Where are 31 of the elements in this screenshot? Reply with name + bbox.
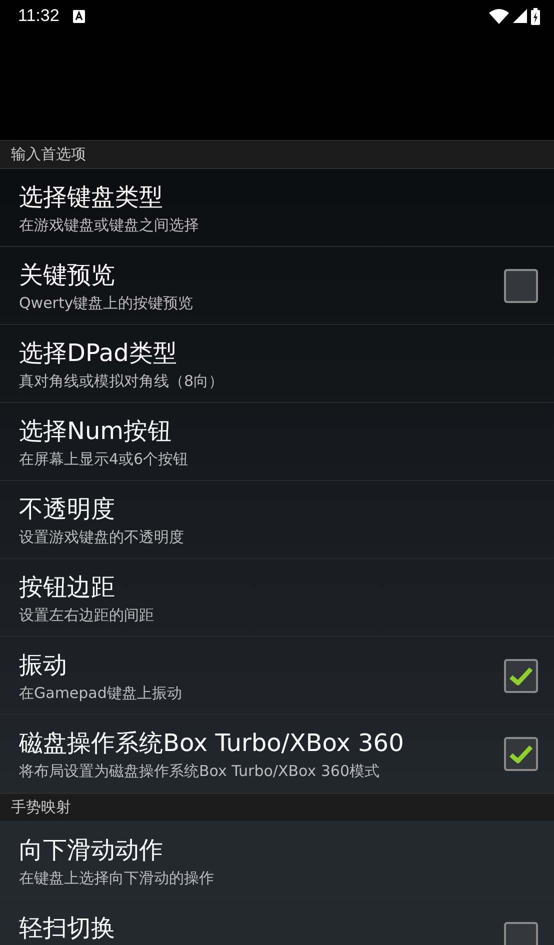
preference-summary: 在屏幕上显示4或6个按钮 xyxy=(19,450,190,469)
wifi-icon xyxy=(489,8,509,24)
preference-summary: 设置游戏键盘的不透明度 xyxy=(19,528,185,547)
preference-title: 选择键盘类型 xyxy=(19,182,164,212)
checkmark-icon xyxy=(509,744,533,764)
status-time: 11:32 xyxy=(18,6,60,26)
section-header: 手势映射 xyxy=(0,793,554,822)
preference-title: 不透明度 xyxy=(19,494,116,524)
preference-summary: Qwerty键盘上的按键预览 xyxy=(19,294,194,313)
preference-summary: 在游戏键盘或键盘之间选择 xyxy=(19,216,200,235)
preference-summary: 将布局设置为磁盘操作系统Box Turbo/XBox 360模式 xyxy=(19,762,381,781)
section-header: 输入首选项 xyxy=(0,140,554,169)
preference-summary: 在Gamepad键盘上振动 xyxy=(19,684,183,703)
preference-title: 磁盘操作系统Box Turbo/XBox 360 xyxy=(19,728,405,758)
checkbox[interactable] xyxy=(504,737,538,771)
checkmark-icon xyxy=(509,666,533,686)
preference-title: 轻扫切换 xyxy=(19,913,116,943)
battery-charging-icon xyxy=(531,8,540,24)
signal-icon xyxy=(513,9,527,23)
preference-title: 振动 xyxy=(19,650,68,680)
keyboard-notification-icon xyxy=(73,10,86,22)
preference-summary: 真对角线或模拟对角线（8向） xyxy=(19,372,225,391)
checkbox[interactable] xyxy=(504,269,538,303)
preference-summary: 在键盘上选择向下滑动的操作 xyxy=(19,869,215,888)
preference-title: 选择Num按钮 xyxy=(19,416,173,446)
checkbox[interactable] xyxy=(504,659,538,693)
preference-title: 向下滑动动作 xyxy=(19,835,164,865)
preference-title: 关键预览 xyxy=(19,260,116,290)
preference-summary: 设置左右边距的间距 xyxy=(19,606,155,625)
preference-title: 按钮边距 xyxy=(19,572,116,602)
preference-title: 选择DPad类型 xyxy=(19,338,178,368)
